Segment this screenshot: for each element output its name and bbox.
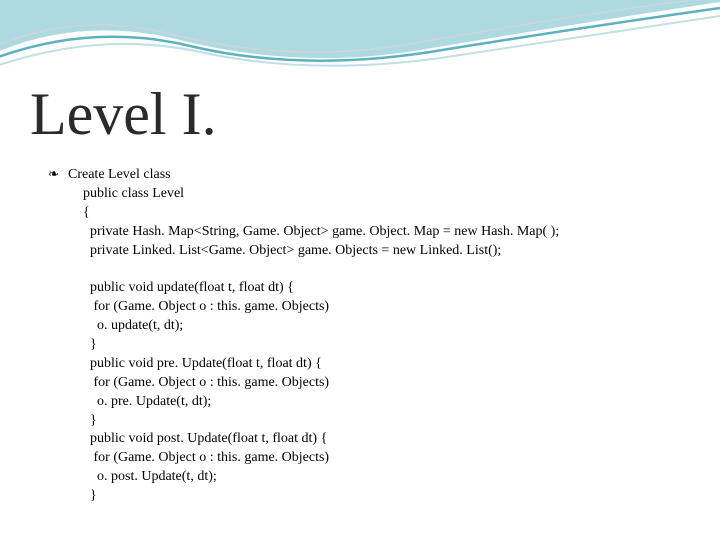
slide-title: Level I. [30,80,217,149]
bullet-text: Create Level class [68,166,171,185]
bullet-item: ❧ Create Level class [48,165,698,185]
code-block: public class Level { private Hash. Map<S… [76,185,698,506]
bullet-glyph: ❧ [48,165,62,183]
slide-body: ❧ Create Level class public class Level … [48,165,698,506]
